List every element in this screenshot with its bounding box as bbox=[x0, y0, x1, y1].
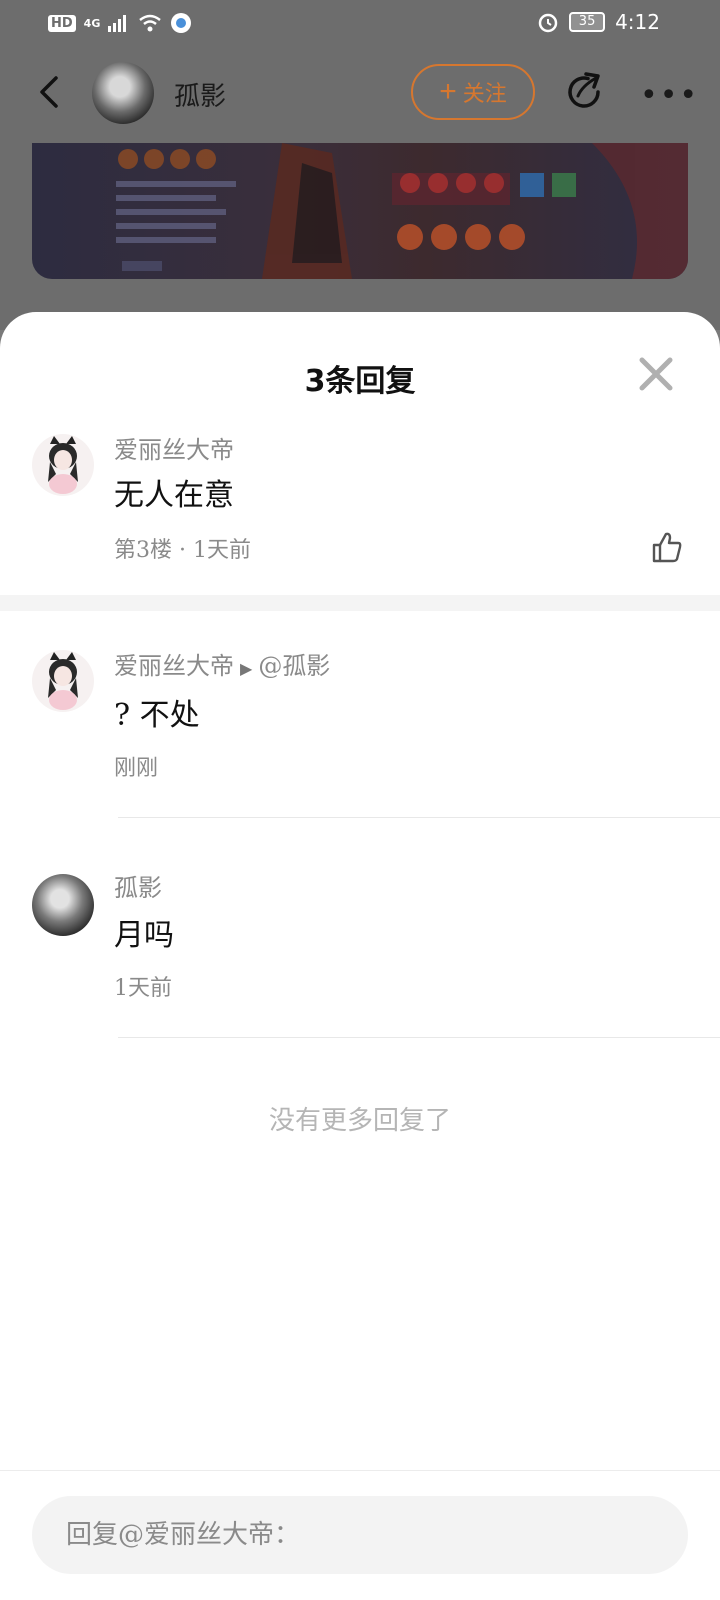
reply-arrow-icon: ▶ bbox=[240, 659, 253, 678]
network-indicator: 4G bbox=[83, 16, 101, 30]
post-header: 孤影 + 关注 ••• bbox=[0, 58, 720, 128]
no-more-replies: 没有更多回复了 bbox=[268, 1106, 451, 1136]
comment-text: 月吗 bbox=[114, 918, 174, 953]
girl-avatar-image bbox=[48, 652, 78, 710]
comment-text: ? 不处 bbox=[114, 698, 200, 733]
comment-author[interactable]: 爱丽丝大帝 bbox=[114, 652, 234, 680]
divider bbox=[0, 1470, 720, 1471]
follow-button[interactable]: + 关注 bbox=[411, 64, 535, 120]
close-icon[interactable] bbox=[636, 354, 676, 394]
signal-icon bbox=[108, 15, 127, 32]
vpn-icon bbox=[171, 13, 192, 33]
comment-text: 无人在意 bbox=[114, 478, 234, 513]
comment-author[interactable]: 爱丽丝大帝 bbox=[114, 430, 234, 465]
commenter-avatar[interactable] bbox=[32, 874, 94, 936]
follow-label: 关注 bbox=[462, 81, 507, 106]
hd-indicator: HD bbox=[48, 14, 76, 32]
post-image[interactable] bbox=[32, 143, 688, 279]
reply-input[interactable] bbox=[32, 1496, 688, 1574]
divider bbox=[118, 1037, 720, 1038]
comment-meta: 1天前 bbox=[114, 976, 172, 1001]
author-name[interactable]: 孤影 bbox=[174, 76, 226, 113]
back-arrow-icon[interactable] bbox=[34, 74, 64, 110]
comment-meta: 刚刚 bbox=[114, 756, 159, 781]
background-page: HD 4G 35 4:12 孤影 + 关注 ••• bbox=[0, 0, 720, 330]
game-screenshot-image bbox=[116, 143, 688, 279]
more-icon[interactable]: ••• bbox=[640, 78, 699, 113]
reply-author-line: 爱丽丝大帝 ▶ @孤影 bbox=[114, 646, 330, 681]
girl-avatar-image bbox=[48, 436, 78, 494]
divider bbox=[118, 817, 720, 818]
section-separator bbox=[0, 595, 720, 611]
share-icon[interactable] bbox=[562, 70, 606, 114]
status-bar: HD 4G 35 4:12 bbox=[0, 0, 720, 48]
sheet-title: 3条回复 bbox=[304, 364, 416, 399]
commenter-avatar[interactable] bbox=[32, 434, 94, 496]
battery-indicator: 35 bbox=[569, 12, 606, 32]
clock: 4:12 bbox=[615, 10, 660, 34]
alarm-icon bbox=[538, 13, 558, 33]
wifi-icon bbox=[139, 14, 162, 32]
author-avatar[interactable] bbox=[92, 62, 154, 124]
replies-sheet: 3条回复 爱丽丝大帝 无人在意 第3楼 · 1天前 爱丽丝大帝 ▶ @孤影 ? 不处 bbox=[0, 312, 720, 1600]
reply-target[interactable]: @孤影 bbox=[258, 652, 330, 680]
comment-meta: 第3楼 · 1天前 bbox=[114, 538, 251, 563]
comment-author[interactable]: 孤影 bbox=[114, 868, 162, 903]
plus-icon: + bbox=[439, 75, 457, 108]
thumbs-up-icon[interactable] bbox=[650, 530, 684, 564]
commenter-avatar[interactable] bbox=[32, 650, 94, 712]
